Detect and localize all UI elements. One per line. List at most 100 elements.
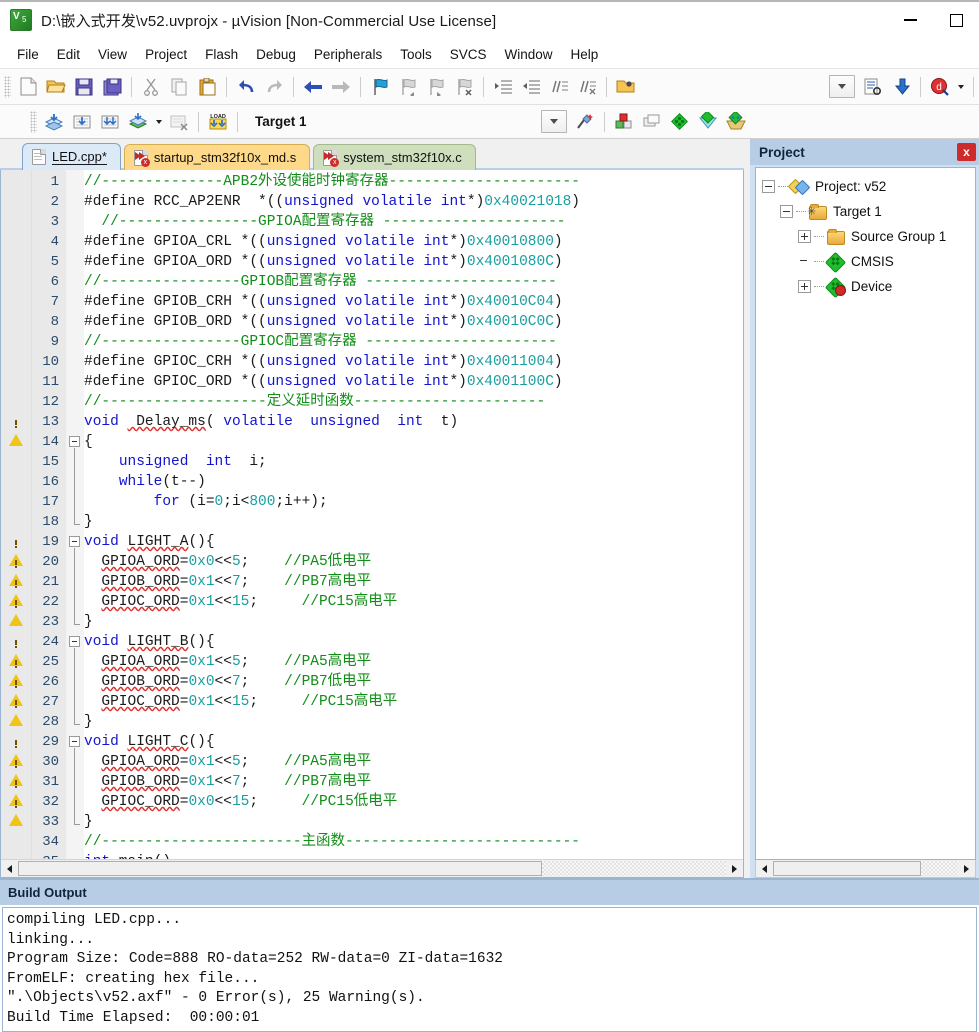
code-line[interactable]: #define GPIOA_ORD *((unsigned volatile i… (84, 252, 743, 272)
combo-dropdown-icon[interactable] (829, 75, 855, 98)
code-line[interactable]: #define RCC_AP2ENR *((unsigned volatile … (84, 192, 743, 212)
undo-icon[interactable] (232, 73, 260, 101)
fold-collapse-icon[interactable] (69, 736, 80, 747)
code-line[interactable]: GPIOC_ORD=0x0<<15; //PC15低电平 (84, 792, 743, 812)
fold-collapse-icon[interactable] (69, 436, 80, 447)
cut-icon[interactable] (137, 73, 165, 101)
code-line[interactable]: GPIOC_ORD=0x1<<15; //PC15高电平 (84, 592, 743, 612)
copy-icon[interactable] (165, 73, 193, 101)
code-line[interactable]: //----------------GPIOC配置寄存器 -----------… (84, 332, 743, 352)
outdent-icon[interactable] (517, 73, 545, 101)
code-line[interactable]: while(t--) (84, 472, 743, 492)
code-line[interactable]: } (84, 512, 743, 532)
next-bookmark-icon[interactable] (422, 73, 450, 101)
scroll-thumb[interactable] (18, 861, 542, 876)
menu-flash[interactable]: Flash (196, 44, 247, 65)
code-line[interactable]: int main() (84, 852, 743, 859)
scroll-thumb[interactable] (773, 861, 921, 876)
rebuild-icon[interactable] (96, 108, 124, 136)
code-line[interactable]: GPIOC_ORD=0x1<<15; //PC15高电平 (84, 692, 743, 712)
warning-marker[interactable] (1, 732, 31, 766)
templates-icon[interactable] (722, 108, 750, 136)
close-icon[interactable]: x (957, 143, 976, 161)
code-line[interactable]: for (i=0;i<800;i++); (84, 492, 743, 512)
code-line[interactable]: } (84, 712, 743, 732)
code-line[interactable]: } (84, 612, 743, 632)
warning-marker[interactable] (1, 652, 31, 686)
build-output-content[interactable]: compiling LED.cpp... linking... Program Si… (2, 907, 977, 1032)
open-folder-icon[interactable] (612, 73, 640, 101)
code-line[interactable]: void LIGHT_B(){ (84, 632, 743, 652)
minimize-button[interactable] (887, 0, 933, 40)
fold-collapse-icon[interactable] (69, 636, 80, 647)
project-tree[interactable]: Project: v52 ✳ Target 1 Source Group 1 CMSIS… (755, 167, 976, 860)
download-icon[interactable] (887, 73, 915, 101)
target-selector[interactable]: Target 1 (249, 111, 313, 133)
scroll-right-icon[interactable] (958, 861, 975, 876)
fold-collapse-icon[interactable] (69, 536, 80, 547)
tree-item-device[interactable]: Device (756, 274, 975, 299)
tree-item-target-1[interactable]: ✳ Target 1 (756, 199, 975, 224)
menu-peripherals[interactable]: Peripherals (305, 44, 391, 65)
code-line[interactable]: unsigned int i; (84, 452, 743, 472)
comment-icon[interactable] (545, 73, 573, 101)
debug-dropdown-icon[interactable] (954, 73, 968, 101)
books-icon[interactable] (666, 108, 694, 136)
warning-marker[interactable] (1, 792, 31, 826)
tab-system-stm32f10x-c[interactable]: x system_stm32f10x.c (313, 144, 476, 170)
tab-startup-stm32f10x-md-s[interactable]: x startup_stm32f10x_md.s (123, 144, 311, 170)
code-line[interactable]: { (84, 432, 743, 452)
target-options-icon[interactable] (571, 108, 599, 136)
navigate-back-icon[interactable] (299, 73, 327, 101)
scroll-left-icon[interactable] (1, 861, 18, 876)
warning-marker[interactable] (1, 772, 31, 806)
translate-icon[interactable] (40, 108, 68, 136)
save-all-icon[interactable] (98, 73, 126, 101)
code-line[interactable]: #define GPIOA_CRL *((unsigned volatile i… (84, 232, 743, 252)
code-line[interactable]: GPIOA_ORD=0x0<<5; //PA5低电平 (84, 552, 743, 572)
warning-marker[interactable] (1, 412, 31, 446)
code-line[interactable]: //----------------GPIOB配置寄存器 -----------… (84, 272, 743, 292)
maximize-button[interactable] (933, 0, 979, 40)
code-editor-viewport[interactable]: 1 2 3 4 5 6 7 8 9 10 11 12 13 14 15 16 17 18 19 20 21 22 23 24 2… (1, 170, 743, 859)
scroll-track[interactable] (18, 861, 726, 876)
menu-view[interactable]: View (89, 44, 136, 65)
code-line[interactable]: void LIGHT_A(){ (84, 532, 743, 552)
warning-marker[interactable] (1, 572, 31, 606)
code-line[interactable]: GPIOB_ORD=0x1<<7; //PB7高电平 (84, 572, 743, 592)
code-line[interactable]: #define GPIOC_CRH *((unsigned volatile i… (84, 352, 743, 372)
expand-icon[interactable] (798, 280, 811, 293)
prev-bookmark-icon[interactable] (394, 73, 422, 101)
insert-bookmark-icon[interactable] (366, 73, 394, 101)
menu-debug[interactable]: Debug (247, 44, 305, 65)
code-line[interactable]: GPIOA_ORD=0x1<<5; //PA5高电平 (84, 652, 743, 672)
batch-build-icon[interactable] (124, 108, 152, 136)
menu-tools[interactable]: Tools (391, 44, 441, 65)
redo-icon[interactable] (260, 73, 288, 101)
code-line[interactable]: GPIOA_ORD=0x1<<5; //PA5高电平 (84, 752, 743, 772)
collapse-icon[interactable] (780, 205, 793, 218)
functions-icon[interactable] (694, 108, 722, 136)
code-line[interactable]: //-----------------------主函数------------… (84, 832, 743, 852)
menu-edit[interactable]: Edit (48, 44, 89, 65)
code-line[interactable]: #define GPIOC_ORD *((unsigned volatile i… (84, 372, 743, 392)
code-line[interactable]: void LIGHT_C(){ (84, 732, 743, 752)
tab-led-cpp[interactable]: LED.cpp* (22, 143, 121, 170)
paste-icon[interactable] (193, 73, 221, 101)
code-line[interactable]: } (84, 812, 743, 832)
menu-svcs[interactable]: SVCS (441, 44, 496, 65)
expand-icon[interactable] (798, 230, 811, 243)
editor-horizontal-scrollbar[interactable] (1, 859, 743, 877)
tree-item-cmsis[interactable]: CMSIS (756, 249, 975, 274)
menu-help[interactable]: Help (562, 44, 608, 65)
warning-marker[interactable] (1, 552, 31, 586)
code-line[interactable]: GPIOB_ORD=0x1<<7; //PB7高电平 (84, 772, 743, 792)
open-file-icon[interactable] (42, 73, 70, 101)
toolbar-grip[interactable] (4, 75, 11, 98)
navigate-forward-icon[interactable] (327, 73, 355, 101)
batch-build-dropdown-icon[interactable] (152, 108, 165, 136)
multi-project-icon[interactable] (638, 108, 666, 136)
code-line[interactable]: //----------------GPIOA配置寄存器 -----------… (84, 212, 743, 232)
stop-build-icon[interactable] (165, 108, 193, 136)
menu-project[interactable]: Project (136, 44, 196, 65)
